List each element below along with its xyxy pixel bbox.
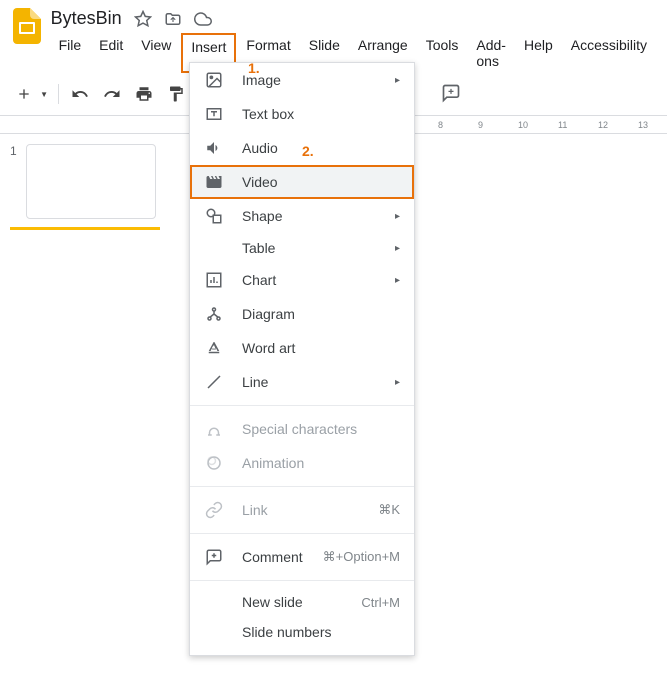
image-icon [204, 70, 224, 90]
shape-icon [204, 206, 224, 226]
menu-accessibility[interactable]: Accessibility [563, 33, 655, 73]
menu-item-link: Link ⌘K [190, 493, 414, 527]
chevron-right-icon: ▸ [395, 377, 400, 388]
animation-icon [204, 453, 224, 473]
menu-item-wordart[interactable]: Word art [190, 331, 414, 365]
menu-item-table[interactable]: Table ▸ [190, 233, 414, 263]
menu-item-animation: Animation [190, 446, 414, 480]
menu-edit[interactable]: Edit [91, 33, 131, 73]
menu-divider [190, 580, 414, 581]
menu-item-chart[interactable]: Chart ▸ [190, 263, 414, 297]
chart-icon [204, 270, 224, 290]
comment-icon [204, 547, 224, 567]
menu-view[interactable]: View [133, 33, 179, 73]
chevron-right-icon: ▸ [395, 275, 400, 286]
diagram-icon [204, 304, 224, 324]
slide-thumbnails-panel: 1 [0, 134, 175, 679]
menu-item-diagram[interactable]: Diagram [190, 297, 414, 331]
menu-addons[interactable]: Add-ons [468, 33, 514, 73]
menu-item-line[interactable]: Line ▸ [190, 365, 414, 399]
menu-item-special-characters: Special characters [190, 412, 414, 446]
redo-button[interactable] [97, 79, 127, 109]
wordart-icon [204, 338, 224, 358]
slide-thumbnail[interactable] [26, 144, 156, 219]
menu-item-slide-numbers[interactable]: Slide numbers [190, 617, 414, 647]
menu-divider [190, 533, 414, 534]
menu-tools[interactable]: Tools [418, 33, 467, 73]
menu-divider [190, 486, 414, 487]
chevron-right-icon: ▸ [395, 211, 400, 222]
annotation-1: 1. [248, 60, 260, 76]
undo-button[interactable] [65, 79, 95, 109]
slide-indicator [10, 227, 160, 230]
audio-icon [204, 138, 224, 158]
menu-item-image[interactable]: Image ▸ [190, 63, 414, 97]
link-icon [204, 500, 224, 520]
star-icon[interactable] [134, 10, 152, 28]
menu-item-new-slide[interactable]: New slide Ctrl+M [190, 587, 414, 617]
menu-help[interactable]: Help [516, 33, 561, 73]
print-button[interactable] [129, 79, 159, 109]
menu-divider [190, 405, 414, 406]
video-icon [204, 172, 224, 192]
slides-logo[interactable] [12, 8, 43, 44]
move-icon[interactable] [164, 10, 182, 28]
textbox-icon [204, 104, 224, 124]
menu-file[interactable]: File [51, 33, 90, 73]
cloud-status-icon[interactable] [194, 10, 212, 28]
menu-item-textbox[interactable]: Text box [190, 97, 414, 131]
menu-item-video[interactable]: Video [190, 165, 414, 199]
line-icon [204, 372, 224, 392]
special-characters-icon [204, 419, 224, 439]
add-comment-button[interactable] [437, 79, 465, 107]
slide-number: 1 [10, 144, 20, 219]
paint-format-button[interactable] [161, 79, 191, 109]
annotation-2: 2. [302, 143, 314, 159]
chevron-right-icon: ▸ [395, 75, 400, 86]
menu-item-shape[interactable]: Shape ▸ [190, 199, 414, 233]
new-slide-button[interactable]: ▼ [10, 79, 52, 109]
menu-item-comment[interactable]: Comment ⌘+Option+M [190, 540, 414, 574]
document-title[interactable]: BytesBin [51, 8, 122, 29]
chevron-right-icon: ▸ [395, 243, 400, 254]
